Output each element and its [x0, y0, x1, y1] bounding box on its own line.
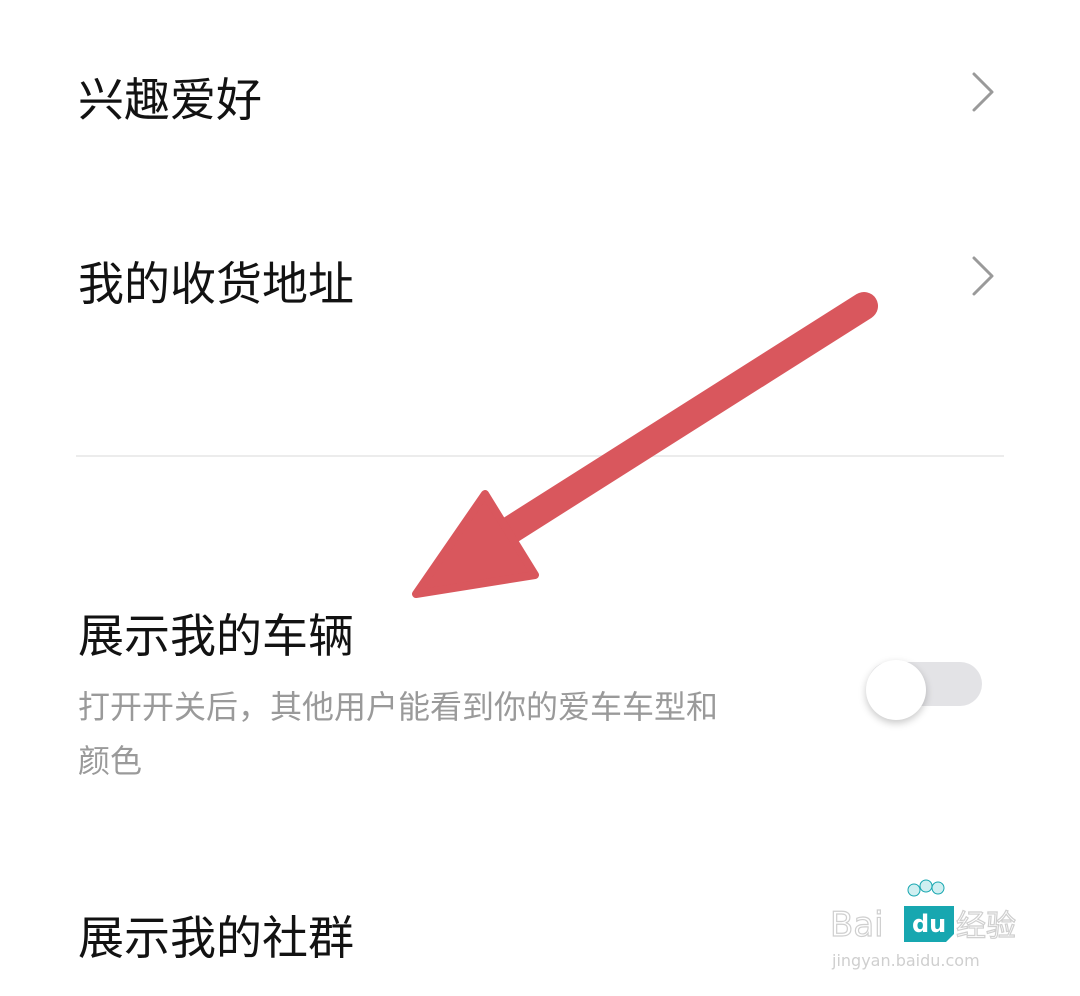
- settings-row-label: 展示我的车辆: [78, 609, 354, 663]
- settings-row-description: 打开开关后，其他用户能看到你的爱车车型和颜色: [78, 688, 719, 780]
- settings-row-hobbies[interactable]: 兴趣爱好: [0, 40, 1080, 150]
- chevron-right-icon: [972, 72, 994, 112]
- toggle-knob[interactable]: [866, 660, 926, 720]
- paw-logo-icon: du Bai 经验 jingyan.baidu.com: [829, 879, 1017, 970]
- settings-row-shipping-address[interactable]: 我的收货地址: [0, 220, 1080, 330]
- settings-row-label: 兴趣爱好: [78, 73, 262, 127]
- baidu-jingyan-watermark: du Bai 经验 jingyan.baidu.com: [826, 876, 1026, 976]
- svg-text:Bai: Bai: [830, 905, 884, 945]
- svg-text:du: du: [912, 910, 946, 938]
- svg-text:jingyan.baidu.com: jingyan.baidu.com: [831, 951, 980, 970]
- settings-row-label: 我的收货地址: [78, 257, 354, 311]
- chevron-right-icon: [972, 256, 994, 296]
- settings-row-label: 展示我的社群: [78, 911, 354, 965]
- svg-text:经验: 经验: [956, 909, 1016, 944]
- section-divider: [76, 455, 1004, 457]
